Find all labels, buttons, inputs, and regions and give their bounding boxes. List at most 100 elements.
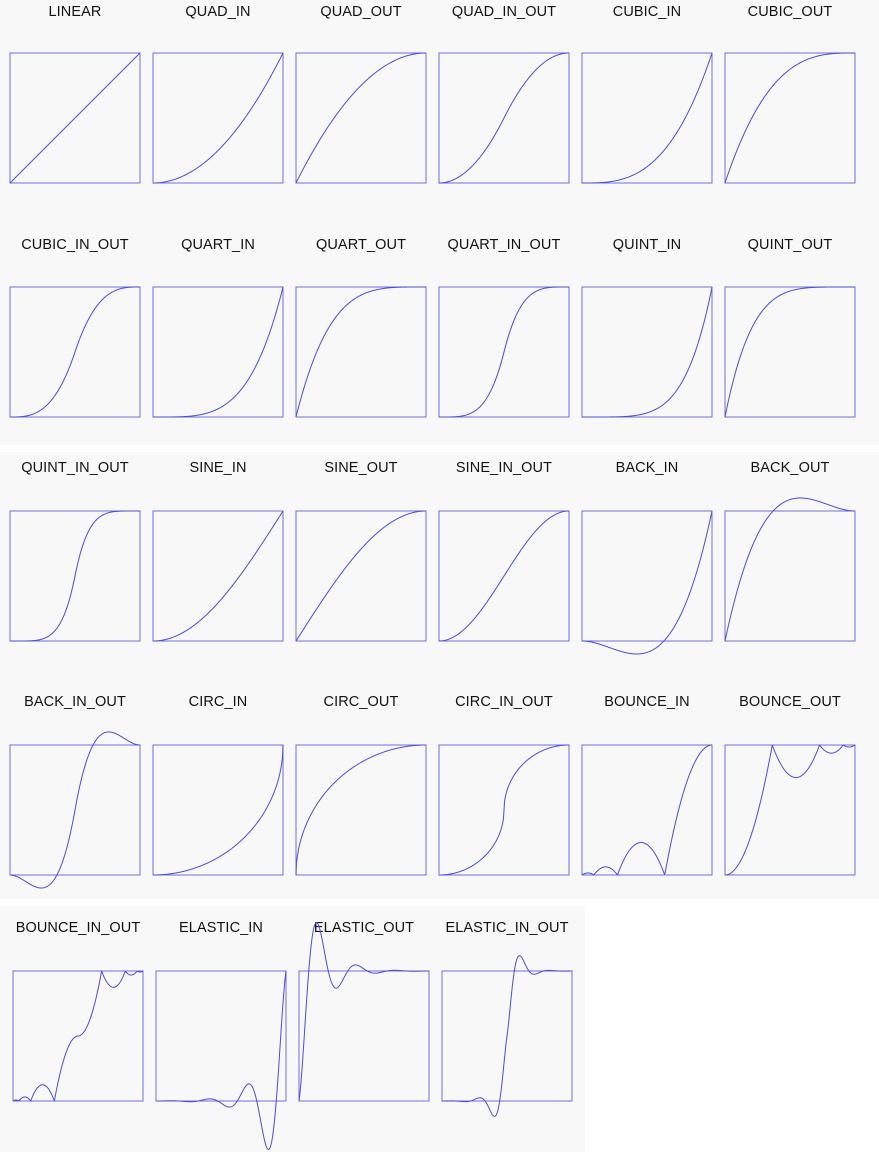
easing-graph [724, 744, 856, 876]
easing-cell-back-out: BACK_OUT [719, 460, 861, 660]
easing-curve [439, 52, 569, 184]
graph-frame [724, 744, 856, 876]
easing-cell-quad-in-out: QUAD_IN_OUT [433, 4, 575, 204]
easing-cell-back-in-out: BACK_IN_OUT [4, 694, 146, 894]
easing-cell-sine-out: SINE_OUT [290, 460, 432, 660]
easing-graph [9, 286, 141, 418]
graph-frame [295, 52, 427, 184]
easing-label: CUBIC_IN [612, 4, 682, 20]
graph-frame [298, 970, 430, 1102]
easing-cell-quint-in-out: QUINT_IN_OUT [4, 460, 146, 660]
graph-frame [152, 510, 284, 642]
easing-cell-elastic-in: ELASTIC_IN [150, 920, 292, 1151]
easing-cell-sine-in: SINE_IN [147, 460, 289, 660]
easing-curve [9, 52, 141, 184]
easing-graph [295, 744, 427, 876]
easing-label: QUAD_OUT [320, 4, 402, 20]
easing-label: QUINT_IN [612, 237, 682, 253]
easing-panel-1: LINEAR QUAD_IN QUAD_OUT QUAD_IN_OUT CUBIC_IN… [0, 0, 879, 445]
easing-label: CUBIC_OUT [747, 4, 833, 20]
graph-frame [724, 52, 856, 184]
easing-cell-quart-in: QUART_IN [147, 237, 289, 437]
easing-curve [10, 286, 140, 418]
easing-label: CIRC_IN [188, 694, 248, 710]
easing-cell-circ-out: CIRC_OUT [290, 694, 432, 894]
easing-curve [153, 510, 284, 642]
easing-curve [582, 510, 713, 655]
easing-graph [152, 52, 284, 184]
easing-graph [9, 52, 141, 184]
graph-frame [581, 286, 713, 418]
easing-curve [439, 744, 569, 876]
easing-graph [152, 744, 284, 876]
graph-frame [295, 286, 427, 418]
easing-graph [441, 955, 573, 1117]
easing-graph [438, 52, 570, 184]
easing-curve [441, 955, 573, 1117]
easing-graph [438, 510, 570, 642]
graph-frame [295, 510, 427, 642]
easing-curve [582, 286, 713, 418]
easing-curve [724, 744, 856, 876]
easing-curve [153, 286, 284, 418]
easing-curve [295, 510, 426, 642]
easing-cell-quad-out: QUAD_OUT [290, 4, 432, 204]
easing-label: BACK_OUT [750, 460, 830, 476]
easing-graph [724, 52, 856, 184]
easing-graph [295, 510, 427, 642]
easing-label: QUART_IN_OUT [447, 237, 561, 253]
easing-graph [9, 510, 141, 642]
easing-curve [9, 731, 141, 889]
easing-graph [155, 970, 287, 1151]
easing-cell-quart-in-out: QUART_IN_OUT [433, 237, 575, 437]
easing-label: BACK_IN [615, 460, 679, 476]
easing-label: BOUNCE_OUT [739, 694, 841, 710]
easing-cell-quart-out: QUART_OUT [290, 237, 432, 437]
easing-graph [9, 731, 141, 889]
easing-curve [724, 497, 855, 642]
easing-curve [439, 510, 569, 642]
easing-cell-elastic-in-out: ELASTIC_IN_OUT [436, 920, 578, 1120]
easing-curve [581, 744, 713, 876]
graph-frame [581, 510, 713, 642]
graph-frame [581, 744, 713, 876]
easing-curve [724, 52, 855, 184]
easing-curve [295, 52, 426, 184]
graph-frame [724, 510, 856, 642]
easing-graph [724, 497, 856, 642]
easing-label: BACK_IN_OUT [24, 694, 126, 710]
easing-curve [295, 744, 426, 876]
easing-panel-2: QUINT_IN_OUT SINE_IN SINE_OUT SINE_IN_OUT BA… [0, 452, 879, 899]
easing-curve [153, 744, 284, 876]
easing-graph [581, 744, 713, 876]
easing-cell-cubic-out: CUBIC_OUT [719, 4, 861, 204]
easing-label: QUART_OUT [315, 237, 407, 253]
graph-frame [152, 52, 284, 184]
easing-label: CUBIC_IN_OUT [21, 237, 129, 253]
easing-label: BOUNCE_IN [604, 694, 690, 710]
easing-curve [298, 921, 430, 1102]
easing-label: ELASTIC_IN [179, 920, 263, 936]
easing-cell-circ-in: CIRC_IN [147, 694, 289, 894]
easing-label: QUINT_IN_OUT [21, 460, 129, 476]
easing-cell-bounce-in-out: BOUNCE_IN_OUT [7, 920, 149, 1120]
easing-curve [12, 970, 144, 1102]
easing-curve [724, 286, 855, 418]
easing-label: QUAD_IN_OUT [451, 4, 557, 20]
easing-graph [152, 510, 284, 642]
easing-label: BOUNCE_IN_OUT [15, 920, 141, 936]
easing-cell-linear: LINEAR [4, 4, 146, 204]
easing-cell-elastic-out: ELASTIC_OUT [293, 920, 435, 1120]
graph-frame [724, 286, 856, 418]
graph-frame [152, 286, 284, 418]
easing-cell-bounce-out: BOUNCE_OUT [719, 694, 861, 894]
easing-cell-quint-out: QUINT_OUT [719, 237, 861, 437]
easing-label: CIRC_IN_OUT [455, 694, 553, 710]
easing-graph [581, 52, 713, 184]
easing-label: SINE_IN_OUT [455, 460, 553, 476]
easing-graph [298, 921, 430, 1102]
easing-curve [155, 970, 287, 1151]
easing-curve [10, 510, 140, 642]
easing-curve [439, 286, 569, 418]
easing-label: QUAD_IN [185, 4, 251, 20]
